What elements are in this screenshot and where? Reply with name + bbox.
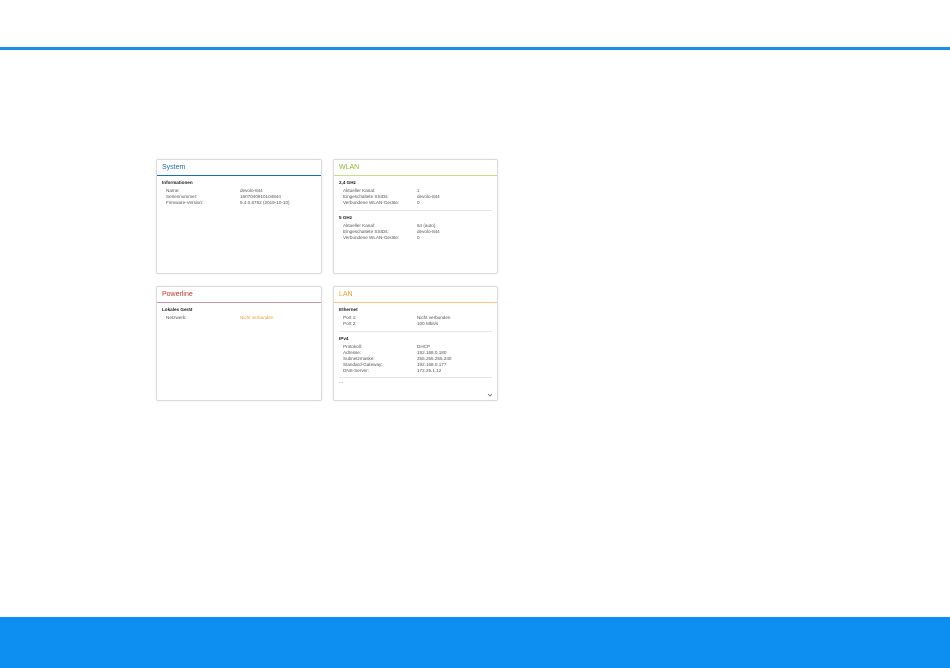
- lan-port2-label: Port 2:: [343, 321, 357, 326]
- lan-ipv4-title: IPv4: [339, 336, 349, 341]
- lan-port2-value: 100 Mbit/s: [417, 321, 439, 326]
- powerline-card-title: Powerline: [162, 291, 193, 298]
- lan-ethernet-title: Ethernet: [339, 307, 358, 312]
- powerline-network-label: Netzwerk:: [166, 315, 187, 320]
- footer-bar: [0, 617, 950, 668]
- lan-dns-value: 172.25.1.12: [417, 368, 442, 373]
- lan-divider-2: [339, 377, 492, 378]
- powerline-card: Powerline Lokales Gerät Netzwerk: Nicht …: [156, 286, 322, 401]
- wlan-band2-ssid-value: devolo-844: [417, 229, 440, 234]
- system-firmware-label: Firmware-Version:: [166, 200, 204, 205]
- wlan-card: WLAN 2,4 GHz Aktueller Kanal: 1 Eingesch…: [333, 159, 498, 274]
- powerline-network-value: Nicht verbunden: [240, 315, 274, 320]
- powerline-card-header[interactable]: Powerline: [157, 287, 321, 303]
- wlan-card-header[interactable]: WLAN: [334, 160, 497, 176]
- wlan-card-title: WLAN: [339, 164, 360, 171]
- powerline-row-network: Netzwerk: Nicht verbunden: [162, 315, 316, 321]
- chevron-down-icon[interactable]: [487, 392, 493, 398]
- system-card: System Informationen Name: devolo-844 Se…: [156, 159, 322, 274]
- lan-row-port2: Port 2: 100 Mbit/s: [339, 321, 492, 327]
- wlan-band2-devices-value: 0: [417, 235, 420, 240]
- lan-dns-label: DNS-Server:: [343, 368, 370, 373]
- powerline-section-title: Lokales Gerät: [162, 307, 193, 312]
- lan-card: LAN Ethernet Port 1: Nicht verbunden Por…: [333, 286, 498, 401]
- lan-row-dns: DNS-Server: 172.25.1.12: [339, 368, 492, 374]
- header-accent-line: [0, 47, 950, 50]
- wlan-band1-ssid-value: devolo-844: [417, 194, 440, 199]
- wlan-band1-devices-label: Verbundene WLAN-Geräte:: [343, 200, 400, 205]
- wlan-band2-row-devices: Verbundene WLAN-Geräte: 0: [339, 235, 492, 241]
- wlan-band2-devices-label: Verbundene WLAN-Geräte:: [343, 235, 400, 240]
- system-row-firmware: Firmware-Version: 5.4.0.5762 (2019-10-10…: [162, 200, 316, 206]
- wlan-band1-title: 2,4 GHz: [339, 180, 356, 185]
- wlan-band1-devices-value: 0: [417, 200, 420, 205]
- lan-divider-1: [339, 331, 492, 332]
- wlan-band2-title: 5 GHz: [339, 215, 353, 220]
- lan-card-title: LAN: [339, 291, 353, 298]
- wlan-band1-row-devices: Verbundene WLAN-Geräte: 0: [339, 200, 492, 206]
- wlan-divider: [339, 210, 492, 211]
- system-section-title: Informationen: [162, 180, 193, 185]
- lan-more-text: ...: [339, 379, 344, 385]
- system-card-title: System: [162, 164, 186, 171]
- lan-card-header[interactable]: LAN: [334, 287, 497, 303]
- system-firmware-value: 5.4.0.5762 (2019-10-10): [240, 200, 290, 205]
- system-card-header[interactable]: System: [157, 160, 321, 176]
